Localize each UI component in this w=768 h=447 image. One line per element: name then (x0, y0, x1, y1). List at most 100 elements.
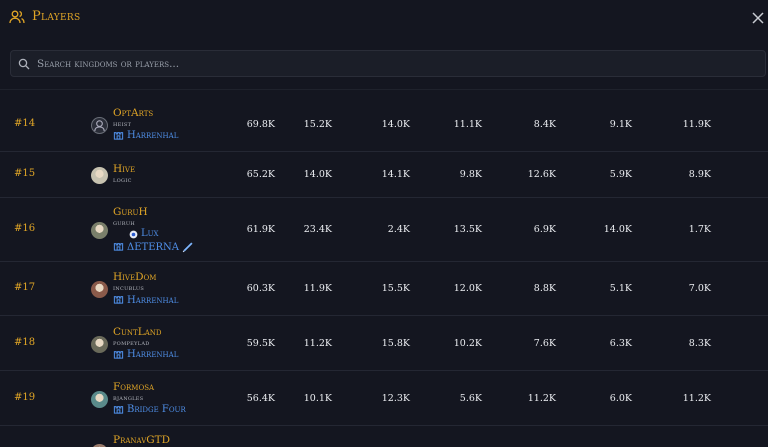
stat-value: 8.4K (533, 118, 556, 130)
stat-value: 11.2K (682, 392, 711, 404)
castle-icon (113, 348, 124, 363)
player-cell: CuntLand pompeylad Harrenhal (113, 326, 178, 363)
users-icon (9, 10, 25, 24)
stat-value: 15.2K (303, 118, 332, 130)
stat-value: 8.8K (533, 283, 556, 294)
player-handle: pompeylad (113, 337, 150, 347)
avatar (91, 116, 108, 134)
stat-value: 1.7K (688, 224, 711, 235)
kingdom-label: Harrenhal (127, 349, 179, 360)
close-icon[interactable] (750, 10, 766, 26)
table-row[interactable]: #17 HiveDom incublus Harrenhal 60.3K 11.9K 15.… (0, 262, 768, 316)
stat-value: 69.8K (246, 118, 275, 130)
stat-value: 14.0K (381, 118, 410, 130)
stat-value: 15.8K (381, 337, 410, 349)
stat-value: 14.0K (303, 169, 332, 180)
avatar (91, 222, 108, 239)
castle-icon (113, 129, 124, 144)
kingdom-link[interactable]: Harrenhal (113, 348, 178, 363)
player-handle: guruh (113, 218, 136, 227)
stat-value: 11.2K (527, 392, 556, 404)
avatar (91, 335, 108, 353)
player-cell: PranavGTD (113, 434, 170, 446)
player-handle: heist (113, 118, 132, 128)
player-cell: GuruH guruh Lux ΔETERNA (113, 206, 193, 255)
stat-value: 56.4K (246, 392, 275, 404)
stat-value: 7.6K (533, 337, 556, 349)
stat-value: 60.3K (246, 283, 275, 294)
rank-label: #18 (14, 336, 36, 348)
player-name-link[interactable]: HiveDom (113, 271, 178, 283)
rank-label: #16 (14, 223, 36, 234)
kingdom-label: ΔETERNA (127, 241, 179, 253)
stat-value: 6.3K (609, 337, 632, 349)
stat-value: 14.1K (381, 169, 410, 180)
player-name-link[interactable]: PranavGTD (113, 434, 170, 446)
kingdom-label: Harrenhal (127, 294, 179, 306)
stat-value: 8.9K (688, 169, 711, 180)
table-row[interactable]: #19 Formosa bjangles Bridge Four 56.4K 10.1K 1… (0, 371, 768, 426)
table-row[interactable]: #15 Hive logic 65.2K 14.0K 14.1K 9.8K 12.6K 5.9K… (0, 152, 768, 198)
stat-value: 15.5K (381, 283, 410, 294)
stat-value: 8.3K (688, 337, 711, 349)
stat-value: 11.9K (303, 283, 332, 294)
alliance-link[interactable]: Lux (129, 228, 193, 240)
stat-value: 6.0K (609, 392, 632, 404)
stat-value: 12.0K (453, 283, 482, 294)
stat-value: 5.6K (459, 392, 482, 404)
stat-value: 12.3K (381, 392, 410, 404)
player-name-link[interactable]: Hive (113, 163, 135, 175)
badge-icon (129, 230, 138, 238)
avatar (91, 281, 108, 298)
player-cell: HiveDom incublus Harrenhal (113, 271, 178, 308)
avatar (91, 390, 108, 408)
rank-label: #19 (14, 391, 36, 403)
kingdom-link[interactable]: Harrenhal (113, 293, 178, 308)
stat-value: 11.1K (453, 118, 482, 130)
stat-value: 10.2K (453, 337, 482, 349)
avatar (91, 167, 108, 184)
table-row[interactable]: #18 CuntLand pompeylad Harrenhal 59.5K 11.2K 1… (0, 316, 768, 371)
search-icon (18, 58, 30, 70)
stat-value: 7.0K (688, 283, 711, 294)
player-handle: incublus (113, 283, 145, 292)
castle-icon (113, 293, 124, 308)
table-row[interactable]: #14 OptArts heist Harrenhal 69.8K 15.2K 14.0K 1… (0, 97, 768, 152)
table-row[interactable]: #16 GuruH guruh Lux ΔETERNA 61.9K 23.4K 2.4K 13.… (0, 198, 768, 262)
modal-title: Players (32, 9, 81, 24)
castle-icon (113, 403, 124, 418)
stat-value: 11.9K (682, 118, 711, 130)
stat-value: 12.6K (527, 169, 556, 180)
stat-value: 65.2K (246, 169, 275, 180)
kingdom-link[interactable]: ΔETERNA (113, 240, 193, 255)
stat-value: 10.1K (303, 392, 332, 404)
kingdom-link[interactable]: Bridge Four (113, 403, 186, 418)
player-name-link[interactable]: OptArts (113, 107, 178, 119)
rank-label: #17 (14, 282, 36, 293)
castle-icon (113, 240, 124, 255)
rank-label: #15 (14, 168, 36, 179)
stat-value: 5.9K (609, 169, 632, 180)
player-cell: Formosa bjangles Bridge Four (113, 381, 186, 418)
stat-value: 59.5K (246, 337, 275, 349)
stat-value: 9.1K (609, 118, 632, 130)
stat-value: 5.1K (609, 283, 632, 294)
feather-icon (182, 242, 193, 253)
stat-value: 9.8K (459, 169, 482, 180)
stat-value: 13.5K (453, 224, 482, 235)
search-bar (10, 50, 766, 77)
player-name-link[interactable]: GuruH (113, 206, 193, 218)
table-row[interactable]: PranavGTD (0, 426, 768, 447)
player-handle: logic (113, 175, 132, 184)
user-icon (94, 119, 105, 131)
search-input[interactable] (37, 51, 757, 76)
stat-value: 11.2K (303, 337, 332, 349)
player-cell: Hive logic (113, 163, 135, 185)
player-name-link[interactable]: CuntLand (113, 326, 178, 338)
player-name-link[interactable]: Formosa (113, 381, 186, 393)
kingdom-link[interactable]: Harrenhal (113, 129, 178, 144)
kingdom-label: Harrenhal (127, 130, 179, 141)
player-handle: bjangles (113, 392, 144, 402)
stat-value: 6.9K (533, 224, 556, 235)
modal-header: Players (0, 0, 768, 38)
